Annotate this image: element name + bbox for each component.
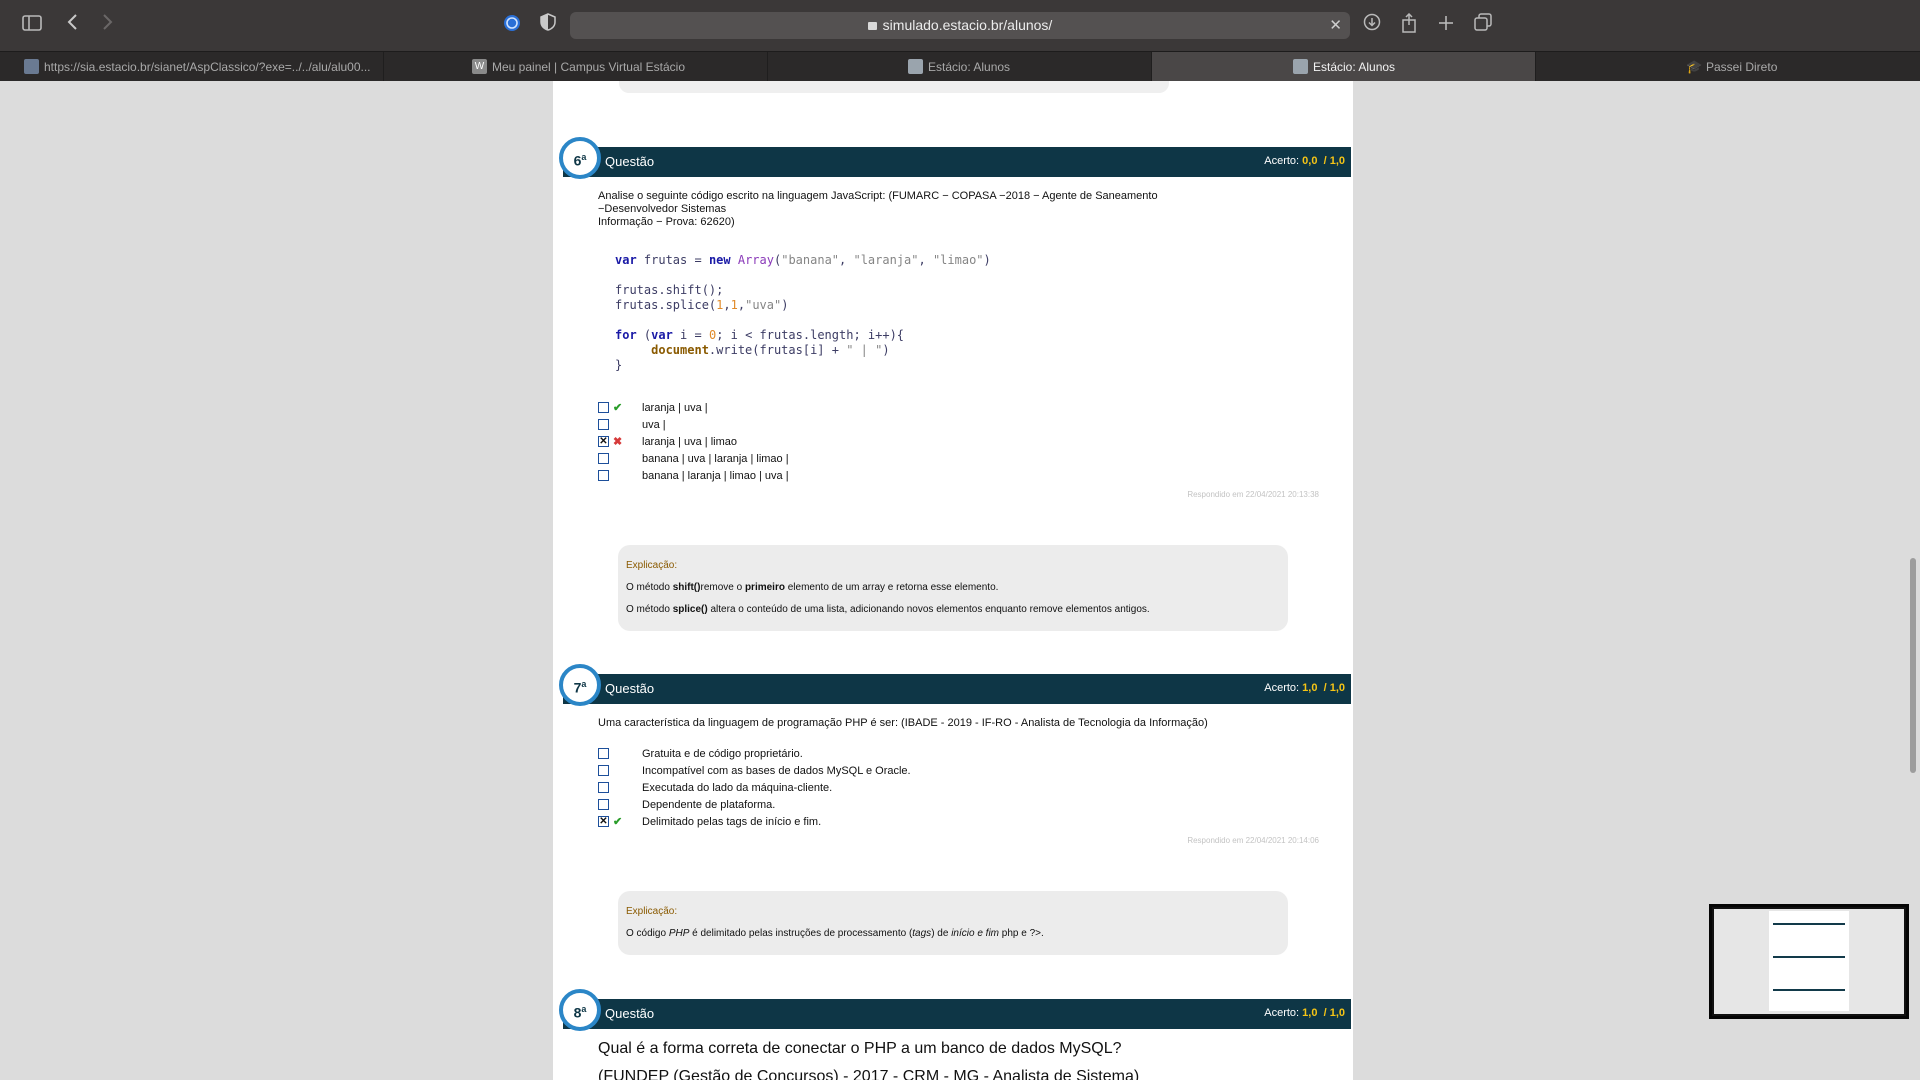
lock-icon [867, 22, 877, 30]
option-label: Incompatível com as bases de dados MySQL… [642, 765, 911, 777]
option-checkbox[interactable] [598, 799, 609, 810]
tab-label: Meu painel | Campus Virtual Estácio [492, 60, 685, 74]
graduation-cap-icon: 🎓 [1686, 59, 1703, 75]
page-thumbnail-preview[interactable] [1709, 904, 1909, 1019]
w-favicon-icon: W [472, 59, 487, 75]
estacio-favicon-icon [908, 59, 923, 75]
option-label: Dependente de plataforma. [642, 799, 776, 811]
tab-sia[interactable]: https://sia.estacio.br/sianet/AspClassic… [0, 52, 384, 82]
option-checkbox[interactable] [598, 748, 609, 759]
explanation-line: O método shift()remove o primeiro elemen… [626, 582, 999, 593]
tab-label: Passei Direto [1706, 60, 1778, 74]
question-number-badge: 8a [559, 989, 601, 1031]
question-6-explanation: Explicação: O método shift()remove o pri… [618, 545, 1288, 631]
question-title: Questão [605, 681, 655, 696]
option-checkbox[interactable] [598, 470, 609, 481]
page-viewport: 6a Questão Acerto: 0,0 / 1,0 Analise o s… [0, 81, 1920, 1080]
clear-url-icon[interactable]: ✕ [1329, 12, 1342, 39]
tab-passei-direto[interactable]: 🎓 Passei Direto [1536, 52, 1920, 82]
forward-icon[interactable] [96, 13, 120, 37]
option-label: Executada do lado da máquina-cliente. [642, 782, 833, 794]
page-scrollbar[interactable] [1910, 558, 1916, 773]
tab-label: https://sia.estacio.br/sianet/AspClassic… [44, 60, 371, 74]
question-number-badge: 7a [559, 664, 601, 706]
wrong-x-icon: ✖ [613, 436, 623, 448]
url-text: simulado.estacio.br/alunos/ [882, 17, 1053, 33]
question-title: Questão [605, 1006, 655, 1021]
new-tab-icon[interactable] [1434, 13, 1458, 37]
tab-overview-icon[interactable] [1471, 13, 1495, 37]
address-bar[interactable]: simulado.estacio.br/alunos/ ✕ [570, 12, 1350, 39]
option-label: Gratuita e de código proprietário. [642, 748, 803, 760]
tab-campus[interactable]: W Meu painel | Campus Virtual Estácio [384, 52, 768, 82]
exam-sheet: 6a Questão Acerto: 0,0 / 1,0 Analise o s… [553, 81, 1353, 1080]
explanation-title: Explicação: [626, 560, 678, 571]
explanation-title: Explicação: [626, 906, 678, 917]
answered-timestamp: Respondido em 22/04/2021 20:13:38 [1187, 490, 1319, 499]
previous-explanation-box [619, 81, 1169, 93]
question-6-header: 6a Questão Acerto: 0,0 / 1,0 [559, 137, 1351, 179]
question-8-text: Qual é a forma correta de conectar o PHP… [598, 1040, 1122, 1057]
code-block: var frutas = new Array("banana", "laranj… [615, 253, 991, 372]
question-6-text: Analise o seguinte código escrito na lin… [598, 190, 1158, 228]
option-label: banana | laranja | limao | uva | [642, 470, 789, 482]
sidebar-toggle-icon[interactable] [20, 13, 44, 37]
option-label: laranja | uva | [642, 402, 708, 414]
tab-bar: https://sia.estacio.br/sianet/AspClassic… [0, 51, 1920, 82]
question-8-source: (FUNDEP (Gestão de Concursos) - 2017 - C… [598, 1068, 1140, 1080]
option-checkbox[interactable] [598, 419, 609, 430]
answered-timestamp: Respondido em 22/04/2021 20:14:06 [1187, 836, 1319, 845]
explanation-line: O método splice() altera o conteúdo de u… [626, 604, 1150, 615]
thumbnail-content [1714, 909, 1904, 1014]
question-title: Questão [605, 154, 655, 169]
question-score: Acerto: 1,0 / 1,0 [1264, 682, 1345, 694]
tab-label: Estácio: Alunos [1313, 60, 1396, 74]
privacy-icon[interactable] [500, 13, 524, 37]
back-icon[interactable] [60, 13, 84, 37]
tab-alunos-1[interactable]: Estácio: Alunos [768, 52, 1152, 82]
question-7-header: 7a Questão Acerto: 1,0 / 1,0 [559, 664, 1351, 706]
question-8-header: 8a Questão Acerto: 1,0 / 1,0 [559, 989, 1351, 1031]
option-label: banana | uva | laranja | limao | [642, 453, 789, 465]
option-checkbox-checked[interactable]: ✕ [598, 436, 609, 447]
tab-label: Estácio: Alunos [928, 60, 1011, 74]
browser-toolbar: simulado.estacio.br/alunos/ ✕ [0, 0, 1920, 51]
question-score: Acerto: 1,0 / 1,0 [1264, 1007, 1345, 1019]
thumbnail-page [1769, 911, 1849, 1011]
option-checkbox[interactable] [598, 402, 609, 413]
correct-check-icon: ✔ [613, 816, 623, 828]
option-label: Delimitado pelas tags de início e fim. [642, 816, 822, 828]
tab-alunos-2[interactable]: Estácio: Alunos [1152, 52, 1536, 82]
option-label: uva | [642, 419, 666, 431]
question-7-explanation: Explicação: O código PHP é delimitado pe… [618, 891, 1288, 955]
option-checkbox[interactable] [598, 453, 609, 464]
estacio-favicon-icon [1293, 59, 1308, 75]
shield-icon[interactable] [536, 13, 560, 37]
question-7-text: Uma característica da linguagem de progr… [598, 717, 1208, 729]
download-icon[interactable] [1360, 13, 1384, 37]
option-checkbox[interactable] [598, 765, 609, 776]
explanation-line: O código PHP é delimitado pelas instruçõ… [626, 928, 1044, 939]
share-icon[interactable] [1397, 12, 1421, 37]
question-number-badge: 6a [559, 137, 601, 179]
option-checkbox[interactable] [598, 782, 609, 793]
option-label: laranja | uva | limao [642, 436, 737, 448]
question-score: Acerto: 0,0 / 1,0 [1264, 155, 1345, 167]
correct-check-icon: ✔ [613, 402, 623, 414]
option-checkbox-checked[interactable]: ✕ [598, 816, 609, 827]
site-favicon-icon [24, 59, 39, 75]
